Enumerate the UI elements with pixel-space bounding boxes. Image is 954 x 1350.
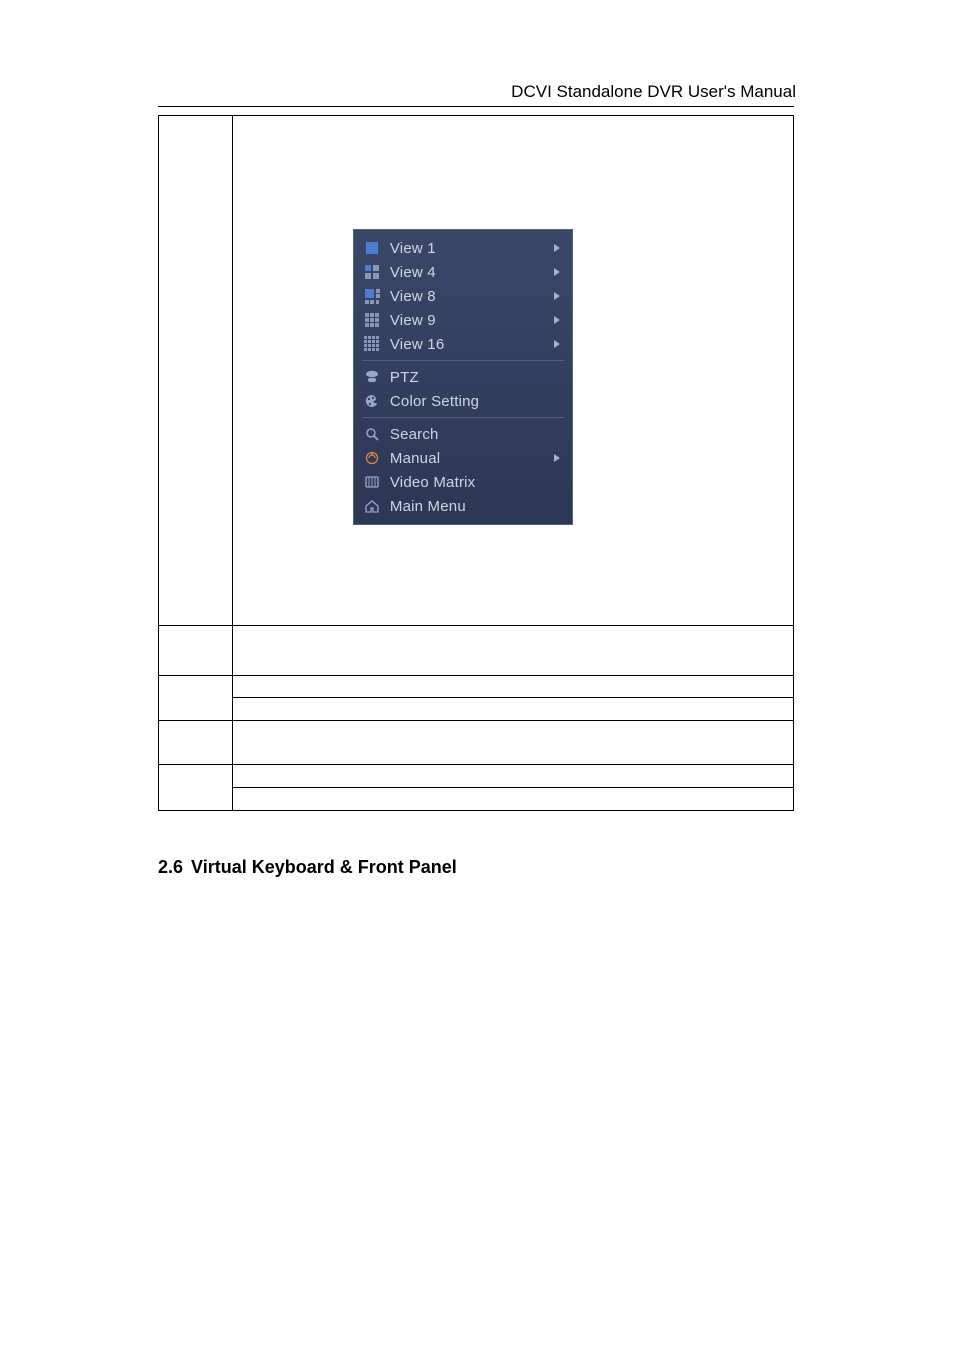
menu-item-label: Color Setting [390,393,562,410]
menu-item-color-setting[interactable]: Color Setting [354,389,572,413]
table-row [159,676,794,698]
view8-icon [364,288,380,304]
chevron-right-icon [552,450,562,466]
view4-icon [364,264,380,280]
menu-group-views: View 1 View 4 View 8 [354,234,572,358]
menu-divider [362,417,564,418]
menu-item-main-menu[interactable]: Main Menu [354,494,572,518]
menu-group-settings: PTZ Color Setting [354,363,572,415]
section-title: Virtual Keyboard & Front Panel [191,857,457,877]
table-cell [159,676,233,721]
search-icon [364,426,380,442]
table-row [159,765,794,788]
table-row [159,721,794,765]
menu-item-label: View 1 [390,240,552,257]
table-cell [159,765,233,811]
view1-icon [364,240,380,256]
menu-item-label: PTZ [390,369,562,386]
menu-group-tools: Search Manual Video Matrix Main Menu [354,420,572,520]
table-row [159,698,794,721]
chevron-right-icon [552,288,562,304]
menu-item-ptz[interactable]: PTZ [354,365,572,389]
manual-icon [364,450,380,466]
color-setting-icon [364,393,380,409]
table-row: View 1 View 4 View 8 [159,116,794,626]
table-cell-screenshot: View 1 View 4 View 8 [232,116,793,626]
context-menu-panel: View 1 View 4 View 8 [353,229,573,525]
menu-item-label: View 9 [390,312,552,329]
ptz-icon [364,369,380,385]
section-number: 2.6 [158,857,183,877]
chevron-right-icon [552,312,562,328]
table-cell [232,676,793,698]
chevron-right-icon [552,264,562,280]
menu-item-search[interactable]: Search [354,422,572,446]
menu-item-view4[interactable]: View 4 [354,260,572,284]
menu-item-label: Video Matrix [390,474,562,491]
menu-item-label: View 8 [390,288,552,305]
menu-item-manual[interactable]: Manual [354,446,572,470]
menu-item-label: Search [390,426,562,443]
video-matrix-icon [364,474,380,490]
menu-item-label: Main Menu [390,498,562,515]
table-cell [232,765,793,788]
menu-item-view8[interactable]: View 8 [354,284,572,308]
content-table: View 1 View 4 View 8 [158,115,794,811]
menu-item-view9[interactable]: View 9 [354,308,572,332]
table-cell [232,721,793,765]
menu-item-view1[interactable]: View 1 [354,236,572,260]
menu-item-label: View 16 [390,336,552,353]
chevron-right-icon [552,336,562,352]
table-cell [232,698,793,721]
table-cell [159,721,233,765]
table-cell [232,626,793,676]
table-cell [159,626,233,676]
section-heading: 2.6 Virtual Keyboard & Front Panel [158,857,457,878]
menu-item-label: View 4 [390,264,552,281]
header-divider [158,106,794,107]
menu-item-video-matrix[interactable]: Video Matrix [354,470,572,494]
table-row [159,626,794,676]
table-cell-left [159,116,233,626]
table-row [159,788,794,811]
page-header-title: DCVI Standalone DVR User's Manual [511,82,796,102]
menu-item-view16[interactable]: View 16 [354,332,572,356]
table-cell [232,788,793,811]
main-menu-icon [364,498,380,514]
menu-item-label: Manual [390,450,552,467]
chevron-right-icon [552,240,562,256]
view16-icon [364,336,380,352]
view9-icon [364,312,380,328]
menu-divider [362,360,564,361]
